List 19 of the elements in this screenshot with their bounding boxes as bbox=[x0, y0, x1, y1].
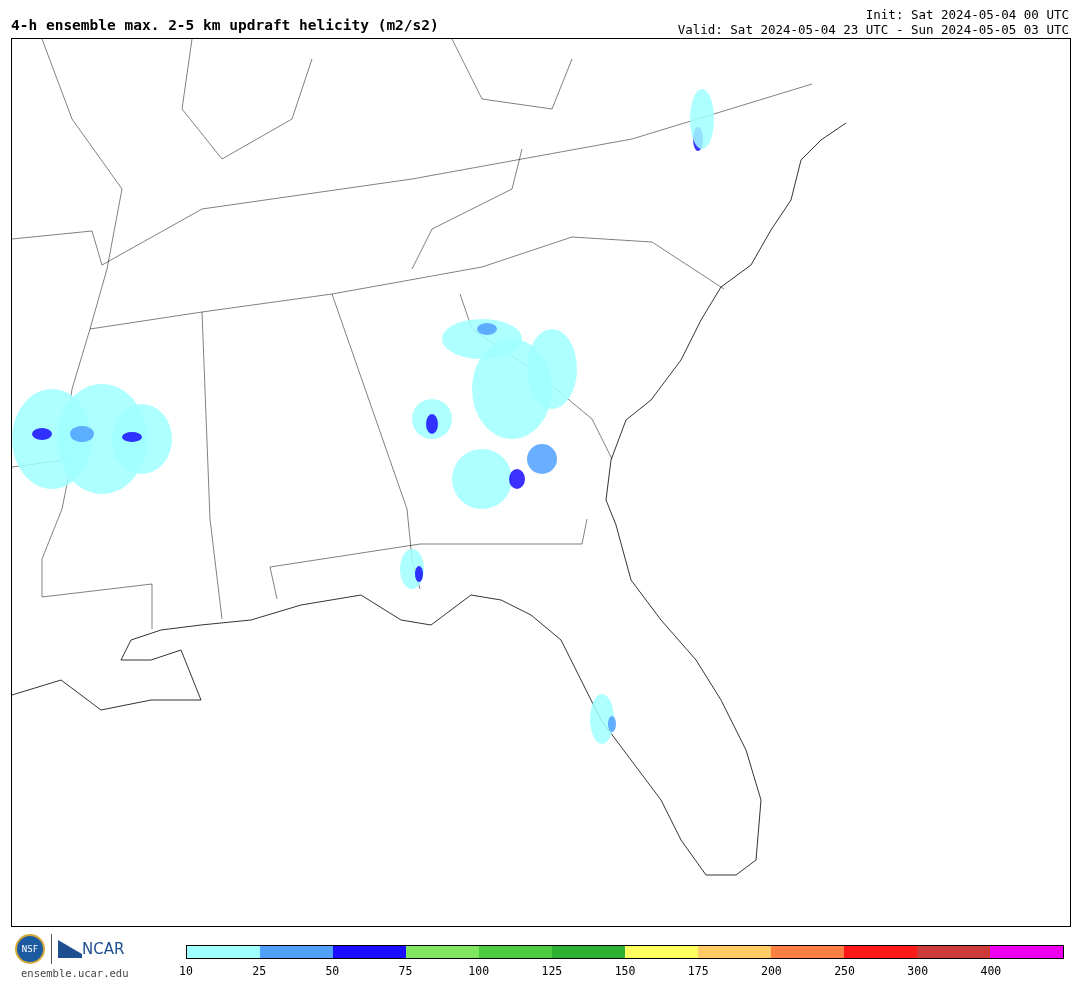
ncar-logo-icon bbox=[58, 940, 82, 958]
init-time: Init: Sat 2024-05-04 00 UTC bbox=[864, 7, 1069, 22]
scale-label: 25 bbox=[252, 964, 267, 978]
scale-label: 100 bbox=[468, 964, 490, 978]
scale-label: 10 bbox=[179, 964, 193, 978]
scale-label: 75 bbox=[398, 964, 413, 978]
ncar-logo: NCAR bbox=[82, 940, 125, 958]
scale-label: 200 bbox=[761, 964, 782, 978]
scale-label: 175 bbox=[687, 964, 709, 978]
scale-label: 50 bbox=[325, 964, 340, 978]
scale-label: 150 bbox=[614, 964, 636, 978]
scale-label: 250 bbox=[834, 964, 855, 978]
scale-label: 400 bbox=[980, 964, 1002, 978]
scale-label: 125 bbox=[541, 964, 563, 978]
nsf-logo: NSF bbox=[15, 934, 45, 964]
valid-time: Valid: Sat 2024-05-04 23 UTC - Sun 2024-05-05 03 UTC bbox=[677, 22, 1069, 37]
scale-label: 300 bbox=[907, 964, 929, 978]
website-url: ensemble.ucar.edu bbox=[20, 967, 129, 979]
map-title: 4-h ensemble max. 2-5 km updraft helicity (m2/s2) bbox=[11, 17, 439, 35]
